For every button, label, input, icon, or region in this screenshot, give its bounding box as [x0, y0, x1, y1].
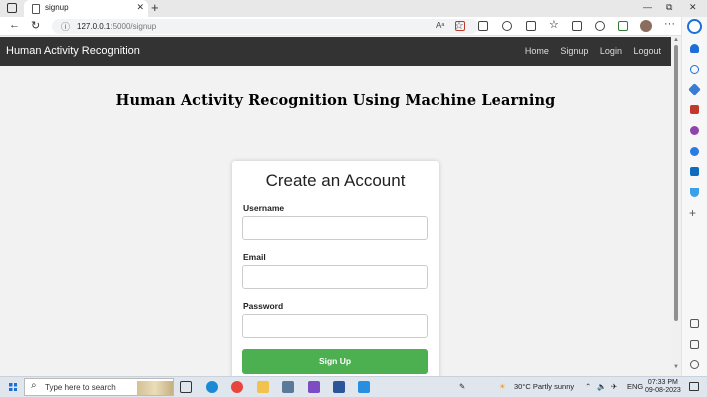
email-label: Email [243, 252, 266, 262]
page-icon [32, 4, 40, 14]
weather-icon[interactable]: ☀ [499, 382, 506, 391]
sidebar-layout-icon[interactable] [690, 319, 699, 328]
browser-tab[interactable]: signup ✕ [24, 0, 148, 17]
network-icon[interactable]: ✈ [611, 382, 617, 391]
favorites-icon[interactable]: ☆ [549, 18, 559, 31]
tab-actions-icon[interactable] [7, 3, 17, 13]
microsoft-365-icon[interactable] [690, 147, 699, 156]
search-placeholder: Type here to search [45, 383, 116, 392]
notifications-bell-icon[interactable] [690, 44, 699, 53]
system-clock[interactable]: 07:33 PM 09-08-2023 [645, 379, 681, 395]
nav-link-logout[interactable]: Logout [633, 46, 661, 56]
history-icon[interactable] [595, 21, 605, 31]
restore-button[interactable]: ⧉ [666, 2, 672, 13]
extensions-puzzle-icon[interactable] [478, 21, 488, 31]
clock-time: 07:33 PM [647, 379, 678, 386]
sign-up-button[interactable]: Sign Up [242, 349, 428, 374]
taskbar-search-box[interactable]: ⌕ Type here to search [24, 378, 174, 396]
page-heading: Human Activity Recognition Using Machine… [115, 92, 556, 109]
browser-toolbar: ← ↻ ⓘ 127.0.0.1:5000/signup Aᵃ ☆ ☆ ··· [0, 17, 707, 36]
more-options-icon[interactable]: ··· [664, 18, 675, 30]
nav-links: Home Signup Login Logout [516, 46, 661, 56]
search-icon[interactable] [690, 65, 699, 74]
password-label: Password [243, 301, 284, 311]
site-info-icon[interactable]: ⓘ [61, 20, 70, 33]
collections-icon[interactable] [572, 21, 582, 31]
scroll-down-arrow-icon[interactable]: ▼ [673, 364, 679, 370]
bing-chat-icon[interactable] [687, 19, 702, 34]
drop-icon[interactable] [690, 188, 699, 197]
new-tab-button[interactable]: + [151, 0, 159, 15]
chrome-icon[interactable] [231, 381, 243, 393]
app-icon[interactable] [282, 381, 294, 393]
weather-text[interactable]: 30°C Partly sunny [514, 382, 574, 391]
browser-essentials-icon[interactable] [618, 21, 628, 31]
file-explorer-icon[interactable] [257, 381, 269, 393]
games-icon[interactable] [690, 126, 699, 135]
task-view-icon[interactable] [180, 381, 192, 393]
username-field[interactable] [242, 216, 428, 240]
scroll-up-arrow-icon[interactable]: ▲ [673, 37, 679, 43]
windows-taskbar: ⌕ Type here to search ✎ ☀ 30°C Partly su… [0, 376, 707, 397]
pen-menu-icon[interactable]: ✎ [459, 382, 465, 391]
volume-icon[interactable]: 🔈 [597, 382, 606, 391]
sync-icon[interactable] [502, 21, 512, 31]
web-page: Human Activity Recognition Home Signup L… [0, 37, 671, 376]
address-bar[interactable]: ⓘ 127.0.0.1:5000/signup Aᵃ ☆ [52, 19, 478, 34]
clock-date: 09-08-2023 [645, 387, 681, 394]
sidebar-settings-gear-icon[interactable] [690, 360, 699, 369]
extension-icon[interactable] [455, 21, 465, 31]
tab-title: signup [45, 3, 69, 12]
top-navbar: Human Activity Recognition Home Signup L… [0, 37, 671, 66]
open-external-icon[interactable] [690, 340, 699, 349]
nav-link-home[interactable]: Home [525, 46, 549, 56]
notification-center-icon[interactable] [689, 382, 699, 391]
signup-form-card: Create an Account Username Email Passwor… [232, 161, 439, 376]
vs-code-icon[interactable] [358, 381, 370, 393]
edge-sidebar: + [681, 17, 707, 376]
add-sidebar-app-icon[interactable]: + [689, 206, 696, 220]
tools-icon[interactable] [690, 105, 699, 114]
refresh-icon[interactable]: ↻ [31, 19, 40, 32]
word-icon[interactable] [333, 381, 345, 393]
page-scrollbar[interactable]: ▲ ▼ [671, 37, 681, 376]
close-window-button[interactable]: ✕ [689, 2, 697, 13]
read-aloud-icon[interactable]: Aᵃ [436, 21, 444, 30]
shopping-tag-icon[interactable] [688, 83, 701, 96]
profile-avatar[interactable] [640, 20, 652, 32]
url-text[interactable]: 127.0.0.1:5000/signup [77, 22, 156, 31]
scrollbar-thumb[interactable] [674, 45, 678, 321]
split-screen-icon[interactable] [526, 21, 536, 31]
search-highlight-image [137, 381, 173, 395]
language-indicator[interactable]: ENG [627, 382, 643, 391]
close-tab-icon[interactable]: ✕ [136, 2, 144, 13]
search-icon: ⌕ [31, 380, 37, 391]
nav-link-login[interactable]: Login [600, 46, 622, 56]
browser-tab-bar: signup ✕ + — ⧉ ✕ [0, 0, 707, 17]
edge-browser-icon[interactable] [206, 381, 218, 393]
brand-title[interactable]: Human Activity Recognition [6, 45, 140, 57]
back-icon[interactable]: ← [9, 19, 20, 31]
minimize-button[interactable]: — [643, 2, 652, 12]
outlook-icon[interactable] [690, 167, 699, 176]
password-field[interactable] [242, 314, 428, 338]
visual-studio-icon[interactable] [308, 381, 320, 393]
hidden-icons-chevron-icon[interactable]: ⌃ [585, 382, 591, 391]
email-field[interactable] [242, 265, 428, 289]
form-title: Create an Account [265, 171, 406, 190]
username-label: Username [243, 203, 285, 213]
windows-start-icon[interactable] [9, 383, 17, 391]
nav-link-signup[interactable]: Signup [560, 46, 588, 56]
